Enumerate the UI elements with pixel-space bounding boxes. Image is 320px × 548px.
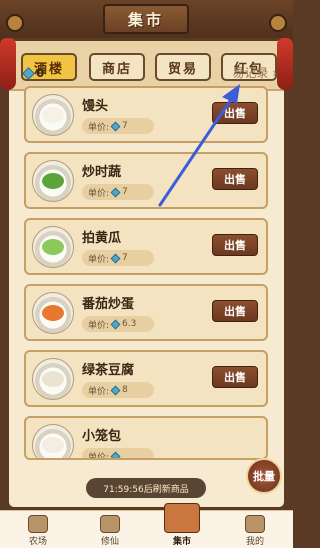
price-label: 单价: — [88, 122, 110, 133]
price-value: 7 — [122, 121, 128, 131]
nav-profile[interactable]: 我的 — [225, 511, 285, 548]
stir-fry-vegetables-dish-icon — [32, 160, 74, 202]
nav-label: 农场 — [28, 537, 47, 547]
sell-button[interactable]: 出售 — [212, 234, 258, 256]
list-item: 小笼包 单价: — [24, 416, 268, 460]
batch-sell-button[interactable]: 批量 — [246, 458, 282, 494]
nav-cultivate[interactable]: 修仙 — [80, 511, 140, 548]
price-value: 6.3 — [122, 319, 137, 329]
currency-amount: 0 — [36, 66, 45, 80]
profile-icon — [245, 515, 265, 533]
list-item: 番茄炒蛋 单价: 6.3 出售 — [24, 284, 268, 341]
item-price: 单价: — [82, 448, 154, 460]
item-price: 单价: 6.3 — [82, 316, 154, 332]
tomato-egg-dish-icon — [32, 292, 74, 334]
currency-balance: 0 — [22, 64, 45, 82]
sell-button[interactable]: 出售 — [212, 366, 258, 388]
sell-button[interactable]: 出售 — [212, 168, 258, 190]
gem-icon — [110, 253, 121, 263]
mantou-dish-icon — [32, 94, 74, 136]
nav-label: 修仙 — [100, 537, 119, 547]
cultivate-icon — [100, 515, 120, 533]
item-name: 绿茶豆腐 — [82, 363, 135, 378]
price-label: 单价: — [88, 254, 110, 265]
price-label: 单价: — [88, 386, 110, 397]
nav-farm[interactable]: 农场 — [8, 511, 68, 548]
list-item: 馒头 单价: 7 出售 — [24, 86, 268, 143]
price-value: 8 — [122, 385, 128, 395]
refresh-timer: 71:59:56后刷新商品 — [86, 478, 206, 498]
green-tea-tofu-dish-icon — [32, 358, 74, 400]
tab-shop[interactable]: 商店 — [89, 53, 145, 81]
item-name: 拍黄瓜 — [82, 231, 122, 246]
gem-icon — [110, 385, 121, 395]
nav-market[interactable]: 集市 — [152, 503, 212, 548]
page-title: 集市 — [103, 4, 189, 34]
price-label: 单价: — [88, 452, 110, 460]
market-icon — [164, 503, 200, 533]
item-name: 小笼包 — [82, 429, 122, 444]
item-price: 单价: 7 — [82, 118, 154, 134]
bottom-nav: 农场 修仙 集市 我的 — [0, 503, 293, 548]
tab-trade[interactable]: 贸易 — [155, 53, 211, 81]
chili-pepper-right-icon — [277, 38, 293, 90]
item-name: 番茄炒蛋 — [82, 297, 135, 312]
item-price: 单价: 7 — [82, 250, 154, 266]
item-name: 馒头 — [82, 99, 109, 114]
item-price: 单价: 7 — [82, 184, 154, 200]
gem-icon — [22, 66, 35, 80]
gem-icon — [110, 187, 121, 197]
gem-icon — [110, 451, 121, 458]
sell-button[interactable]: 出售 — [212, 102, 258, 124]
item-list: 馒头 单价: 7 出售 炒时蔬 单价: 7 出售 拍黄瓜 单价: 7 出售 番茄… — [24, 86, 268, 469]
left-ornament-icon — [6, 14, 24, 32]
trade-records-link[interactable]: 易记录 › — [232, 64, 277, 81]
item-price: 单价: 8 — [82, 382, 154, 398]
list-item: 拍黄瓜 单价: 7 出售 — [24, 218, 268, 275]
right-ornament-icon — [269, 14, 287, 32]
price-label: 单价: — [88, 188, 110, 199]
list-item: 炒时蔬 单价: 7 出售 — [24, 152, 268, 209]
price-value: 7 — [122, 253, 128, 263]
gem-icon — [110, 121, 121, 131]
cucumber-salad-dish-icon — [32, 226, 74, 268]
farm-icon — [28, 515, 48, 533]
nav-label: 我的 — [245, 537, 264, 547]
xiaolongbao-dish-icon — [32, 424, 74, 458]
price-value: 7 — [122, 187, 128, 197]
list-item: 绿茶豆腐 单价: 8 出售 — [24, 350, 268, 407]
item-name: 炒时蔬 — [82, 165, 122, 180]
nav-label: 集市 — [172, 537, 191, 547]
chili-pepper-left-icon — [0, 38, 16, 90]
sell-button[interactable]: 出售 — [212, 300, 258, 322]
price-label: 单价: — [88, 320, 110, 331]
gem-icon — [110, 319, 121, 329]
